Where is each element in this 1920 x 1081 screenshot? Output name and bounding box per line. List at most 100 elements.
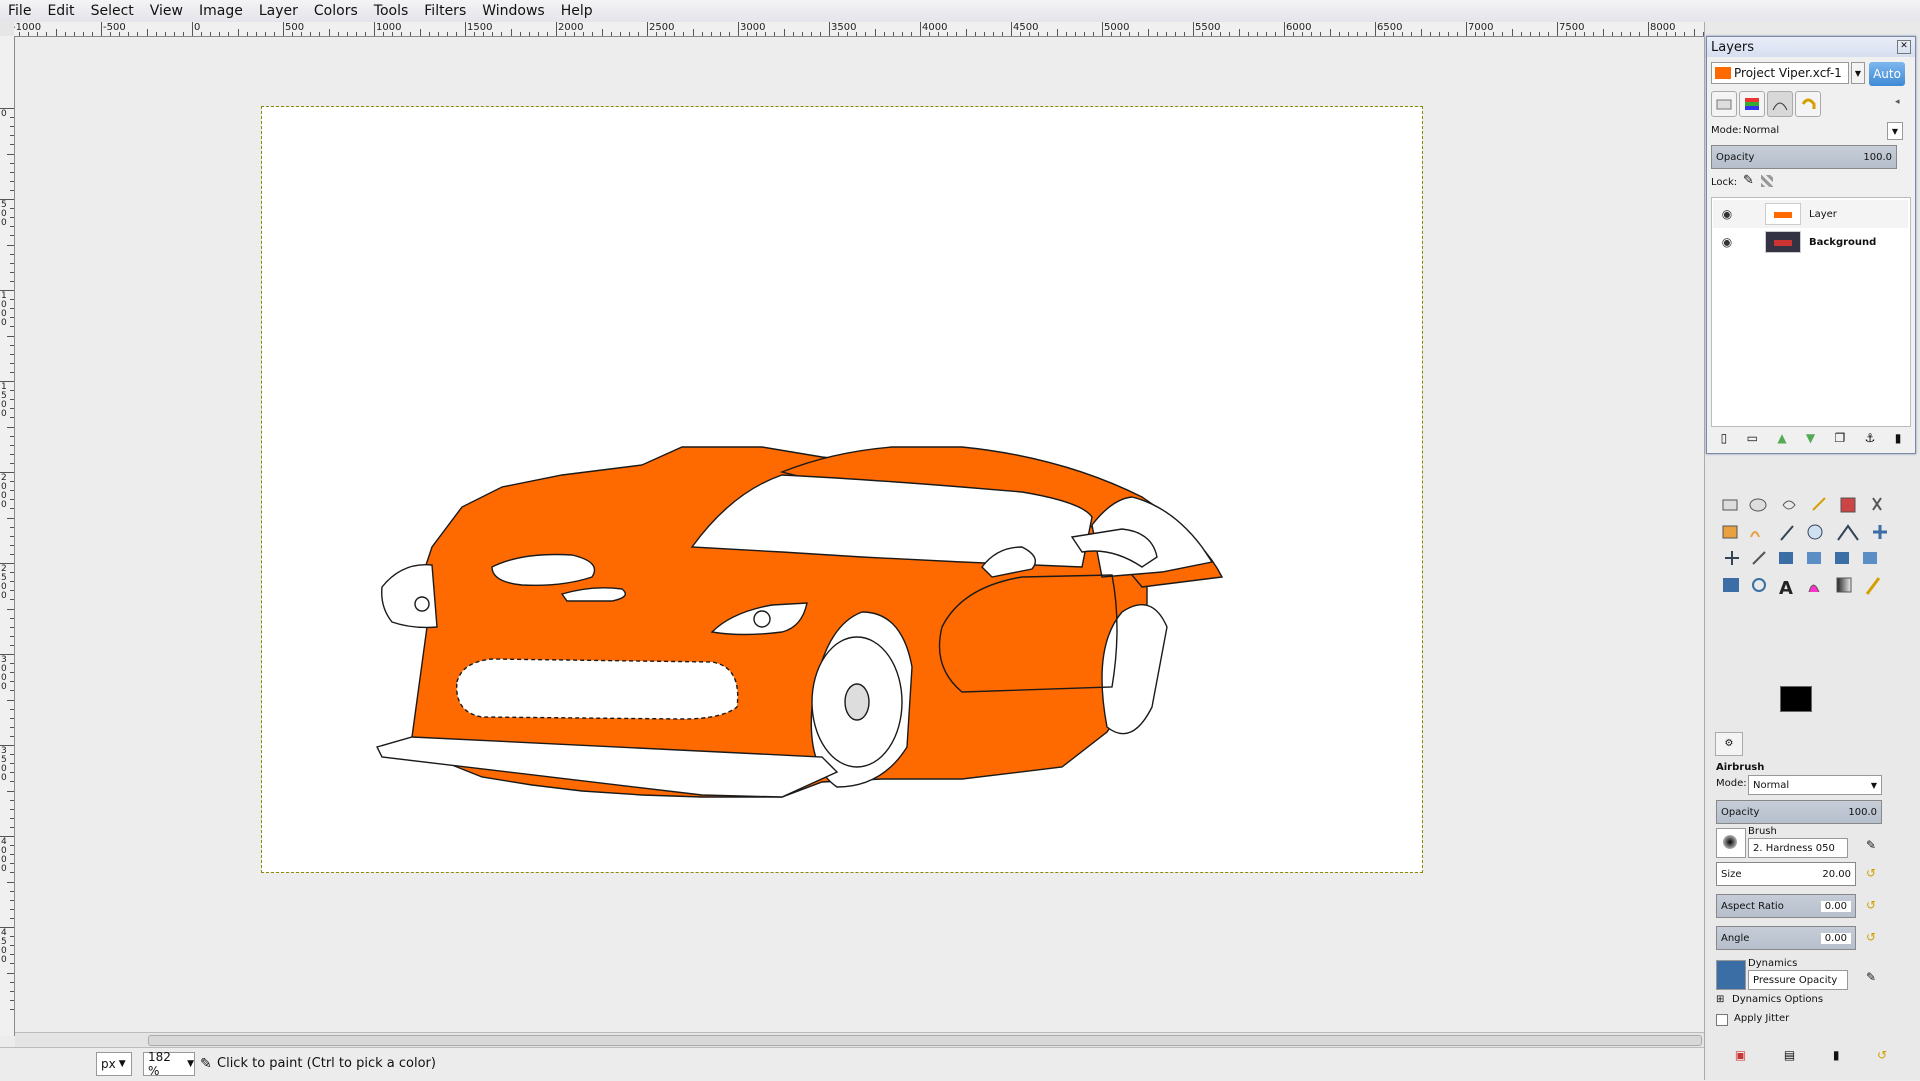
lock-alpha-icon[interactable] — [1761, 175, 1773, 187]
dynamics-icon[interactable] — [1716, 960, 1746, 990]
ruler-label: -500 — [103, 22, 126, 33]
layer-row[interactable]: ◉ Background — [1713, 228, 1908, 256]
anchor-layer-icon[interactable]: ⚓ — [1865, 431, 1876, 445]
reset-aspect-icon[interactable]: ↺ — [1866, 898, 1876, 912]
ruler-minor-tick — [865, 32, 867, 36]
image-canvas[interactable] — [261, 106, 1423, 873]
layer-thumbnail — [1765, 203, 1801, 225]
new-layer-icon[interactable]: ▯ — [1721, 431, 1728, 445]
edit-dynamics-icon[interactable]: ✎ — [1866, 970, 1876, 984]
ruler-minor-tick — [1529, 32, 1531, 36]
horizontal-scroll-thumb[interactable] — [148, 1035, 1702, 1046]
tool-opacity-label: Opacity — [1721, 806, 1760, 818]
menu-edit[interactable]: Edit — [39, 3, 82, 19]
save-options-icon[interactable]: ▣ — [1735, 1048, 1746, 1062]
ruler-minor-tick — [10, 735, 14, 737]
layer-opacity-slider[interactable]: Opacity 100.0 — [1711, 145, 1897, 169]
reset-size-icon[interactable]: ↺ — [1866, 866, 1876, 880]
angle-slider[interactable]: Angle 0.00 — [1716, 926, 1856, 950]
menu-file[interactable]: File — [0, 3, 39, 19]
ruler-label: 1500 — [467, 22, 493, 33]
restore-options-icon[interactable]: ▤ — [1784, 1048, 1795, 1062]
ruler-minor-tick — [1429, 32, 1431, 36]
ruler-minor-tick — [437, 32, 439, 36]
mode-value[interactable]: Normal — [1743, 125, 1779, 136]
ruler-minor-tick — [1247, 32, 1249, 36]
ruler-label: 3500 — [1, 746, 7, 783]
menu-filters[interactable]: Filters — [416, 3, 474, 19]
new-layer-group-icon[interactable]: ▭ — [1747, 431, 1758, 445]
delete-layer-icon[interactable]: ▮ — [1895, 431, 1902, 445]
lock-pixels-icon[interactable]: ✎ — [1743, 173, 1754, 188]
ruler-minor-tick — [874, 29, 876, 36]
layer-row[interactable]: ◉ Layer — [1713, 200, 1908, 228]
menu-tools[interactable]: Tools — [366, 3, 417, 19]
ruler-minor-tick — [10, 481, 14, 483]
tool-mode-value: Normal — [1753, 779, 1790, 791]
image-select[interactable]: Project Viper.xcf-1 — [1711, 62, 1849, 84]
layer-list[interactable]: ◉ Layer ◉ Background — [1711, 197, 1911, 427]
perspective-icon — [1863, 552, 1877, 564]
chevron-down-icon: ▼ — [1870, 780, 1877, 790]
auto-button[interactable]: Auto — [1869, 62, 1905, 86]
tab-undo-history[interactable] — [1795, 91, 1821, 117]
ruler-label: 4500 — [1, 928, 7, 965]
tab-menu-icon[interactable]: ◂ — [1895, 97, 1900, 107]
ruler-minor-tick — [1638, 32, 1640, 36]
menu-image[interactable]: Image — [191, 3, 251, 19]
ruler-minor-tick — [1238, 29, 1240, 36]
reset-options-icon[interactable]: ↺ — [1877, 1048, 1887, 1062]
dynamics-field[interactable]: Pressure Opacity — [1748, 970, 1848, 990]
aspect-ratio-slider[interactable]: Aspect Ratio 0.00 — [1716, 894, 1856, 918]
horizontal-scrollbar[interactable] — [15, 1032, 1705, 1047]
tab-paths[interactable] — [1767, 91, 1793, 117]
ruler-minor-tick — [965, 29, 967, 36]
ruler-corner-button[interactable] — [0, 22, 15, 37]
ruler-minor-tick — [10, 371, 14, 373]
ruler-minor-tick — [10, 435, 14, 437]
chevron-down-icon[interactable]: ▼ — [1887, 122, 1903, 140]
menu-layer[interactable]: Layer — [251, 3, 306, 19]
tab-layers[interactable] — [1711, 91, 1737, 117]
brush-preview[interactable] — [1716, 828, 1746, 858]
apply-jitter-label[interactable]: Apply Jitter — [1734, 1013, 1789, 1024]
foreground-color[interactable] — [1780, 686, 1812, 712]
size-slider[interactable]: Size 20.00 — [1716, 862, 1856, 886]
tool-options-tab-icon[interactable]: ⚙ — [1715, 732, 1743, 756]
tab-channels[interactable] — [1739, 91, 1765, 117]
ruler-minor-tick — [10, 553, 14, 555]
ruler-minor-tick — [419, 29, 421, 36]
eye-icon[interactable]: ◉ — [1713, 207, 1741, 221]
menu-windows[interactable]: Windows — [474, 3, 553, 19]
vertical-ruler[interactable]: 0 500 1000 1500 2000 2500 3000 3500 4000 4500 — [0, 36, 15, 1036]
ruler-minor-tick — [1438, 32, 1440, 36]
eye-icon[interactable]: ◉ — [1713, 235, 1741, 249]
reset-angle-icon[interactable]: ↺ — [1866, 930, 1876, 944]
unit-select[interactable]: px ▼ — [96, 1052, 132, 1076]
close-icon[interactable]: ✕ — [1897, 40, 1911, 54]
menu-colors[interactable]: Colors — [306, 3, 366, 19]
tool-name: Airbrush — [1716, 762, 1765, 773]
delete-options-icon[interactable]: ▮ — [1833, 1048, 1840, 1062]
horizontal-ruler[interactable]: -1000 -500 0 500 1000 1500 2000 2500 3000 3500 400… — [14, 22, 1704, 37]
dynamics-options-label[interactable]: Dynamics Options — [1732, 994, 1823, 1005]
zoom-select[interactable]: 182 % ▼ — [143, 1050, 195, 1078]
expand-icon[interactable]: ⊞ — [1716, 994, 1724, 1005]
chevron-down-icon[interactable]: ▼ — [1851, 62, 1865, 84]
ruler-minor-tick — [10, 808, 14, 810]
apply-jitter-checkbox[interactable] — [1716, 1014, 1728, 1026]
menu-select[interactable]: Select — [83, 3, 142, 19]
duplicate-layer-icon[interactable]: ❐ — [1834, 431, 1845, 445]
raise-layer-icon[interactable]: ▲ — [1777, 431, 1786, 445]
tool-mode-select[interactable]: Normal ▼ — [1748, 775, 1882, 795]
lower-layer-icon[interactable]: ▼ — [1806, 431, 1815, 445]
ruler-minor-tick — [510, 29, 512, 36]
menu-help[interactable]: Help — [553, 3, 601, 19]
ruler-minor-tick — [1174, 32, 1176, 36]
tool-opacity-slider[interactable]: Opacity 100.0 — [1716, 800, 1882, 824]
ruler-label: 2500 — [649, 22, 675, 33]
edit-brush-icon[interactable]: ✎ — [1866, 838, 1876, 852]
ruler-minor-tick — [10, 217, 14, 219]
menu-view[interactable]: View — [142, 3, 191, 19]
brush-field[interactable]: 2. Hardness 050 — [1748, 838, 1848, 858]
